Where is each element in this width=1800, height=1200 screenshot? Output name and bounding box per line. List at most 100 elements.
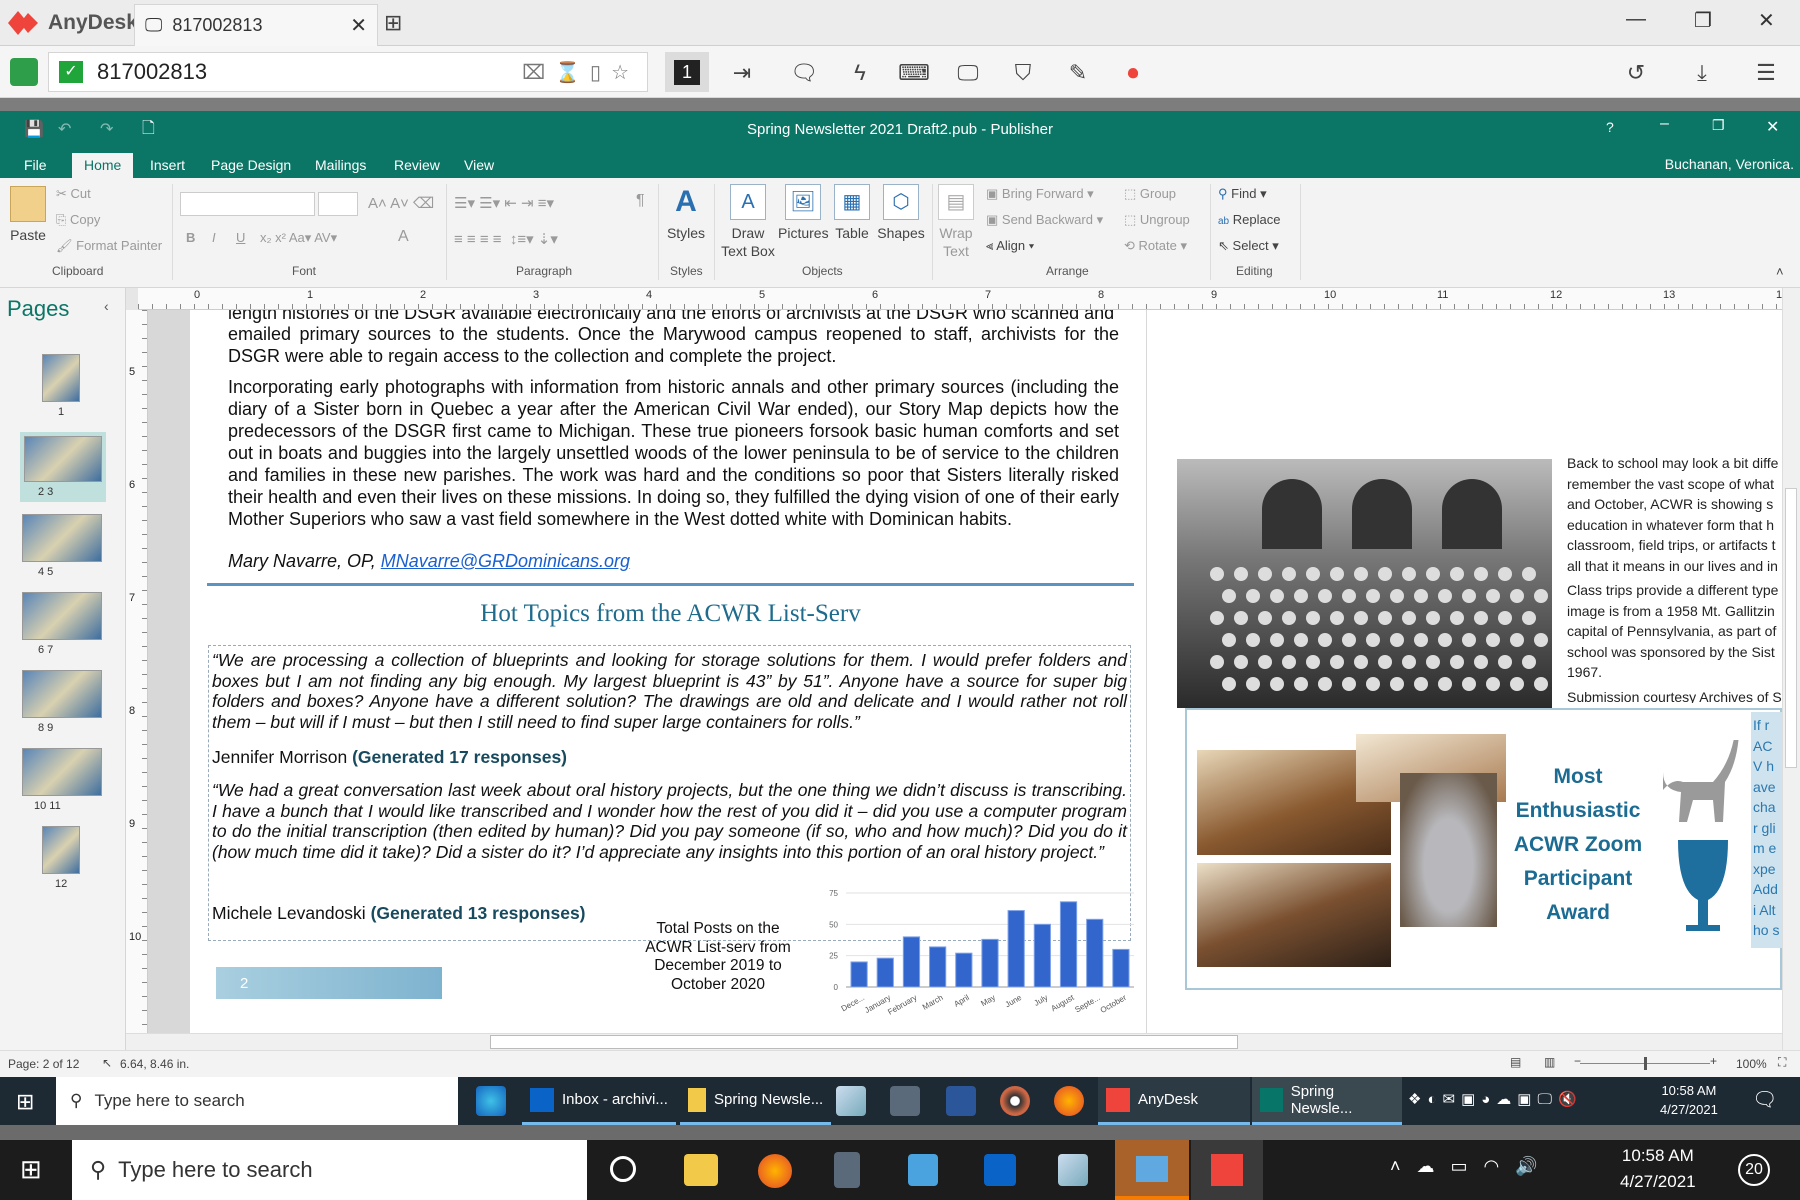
vertical-ruler[interactable]: 5 6 7 8 9 10 xyxy=(126,310,148,1033)
tab-home[interactable]: Home xyxy=(72,153,134,178)
start-icon[interactable]: ⊞ xyxy=(20,1154,42,1185)
tab-insert[interactable]: Insert xyxy=(138,153,197,178)
page-thumb-1[interactable] xyxy=(42,354,80,402)
alignment-spacing-icons[interactable]: ≡ ≡ ≡ ≡ ↕≡▾ ⇣▾ xyxy=(454,230,558,248)
notepad-icon[interactable] xyxy=(1058,1154,1088,1186)
user-name[interactable]: Buchanan, Veronica. xyxy=(1665,156,1794,172)
taskbar-publisher[interactable]: Spring Newsle... xyxy=(1252,1077,1402,1125)
menu-icon[interactable]: ☰ xyxy=(1748,56,1784,90)
styles-button[interactable]: A Styles xyxy=(664,184,708,242)
outlook-icon[interactable] xyxy=(984,1154,1016,1186)
page-thumb-10-11[interactable] xyxy=(22,748,102,796)
tab-file[interactable]: File xyxy=(12,153,59,178)
email-link[interactable]: MNavarre@GRDominicans.org xyxy=(381,551,630,571)
tab-page-design[interactable]: Page Design xyxy=(199,153,303,178)
minimize-icon[interactable]: – xyxy=(1660,115,1669,133)
zoom-slider[interactable] xyxy=(1580,1057,1710,1070)
pictures-button[interactable]: 🖼 Pictures xyxy=(778,184,829,242)
close-tab-icon[interactable]: ✕ xyxy=(350,13,367,38)
paragraph-2[interactable]: Incorporating early photographs with inf… xyxy=(228,376,1119,530)
underline-button[interactable]: U xyxy=(236,230,245,245)
undo-icon[interactable]: ↶ xyxy=(58,119,71,139)
group-button[interactable]: ⬚ Group xyxy=(1124,186,1176,202)
taskbar-anydesk[interactable] xyxy=(1191,1140,1263,1200)
session-tab[interactable]: 🖵 817002813 ✕ xyxy=(134,4,378,46)
edge-icon[interactable] xyxy=(476,1086,506,1116)
redo-icon[interactable]: ↷ xyxy=(100,119,113,139)
remote-clock[interactable]: 10:58 AM 4/27/2021 xyxy=(1660,1083,1718,1117)
minimize-icon[interactable]: — xyxy=(1626,8,1646,31)
sub-superscript-case-icons[interactable]: x₂ x² Aa▾ AV▾ xyxy=(260,230,337,246)
record-icon[interactable]: ⏺ xyxy=(1115,56,1151,90)
media-app-icon[interactable] xyxy=(908,1154,938,1186)
zoom-level[interactable]: 100% xyxy=(1736,1057,1767,1071)
single-page-view-icon[interactable]: ▤ xyxy=(1510,1055,1521,1069)
section-heading[interactable]: Hot Topics from the ACWR List-Serv xyxy=(207,600,1134,628)
zoom-in-icon[interactable]: + xyxy=(1710,1054,1717,1068)
vertical-scrollbar[interactable] xyxy=(1782,288,1800,1050)
taskbar-remote-app[interactable] xyxy=(1115,1140,1189,1200)
history-icon[interactable]: ↺ xyxy=(1618,56,1654,90)
cortana-icon[interactable] xyxy=(610,1156,636,1182)
local-search-box[interactable]: ⚲ Type here to search xyxy=(72,1140,587,1200)
select-button[interactable]: ⇖ Select ▾ xyxy=(1218,238,1279,254)
replace-button[interactable]: ab Replace xyxy=(1218,212,1280,227)
award-sidebar-text[interactable]: If r ACV have char glim expe Addi Altho … xyxy=(1751,712,1782,948)
start-icon[interactable]: ⊞ xyxy=(16,1089,34,1115)
file-explorer-icon[interactable] xyxy=(684,1154,718,1186)
format-painter-button[interactable]: 🖌 Format Painter xyxy=(56,238,162,254)
notepad-icon[interactable] xyxy=(836,1086,866,1116)
permissions-shield-icon[interactable]: ⛉ xyxy=(1005,56,1041,90)
taskbar-explorer[interactable]: Spring Newsle... xyxy=(680,1077,832,1125)
save-icon[interactable]: 💾 xyxy=(24,119,44,139)
notification-center-button[interactable]: 20 xyxy=(1738,1154,1770,1186)
page-thumb-6-7[interactable] xyxy=(22,592,102,640)
show-marks-button[interactable]: ¶ xyxy=(636,192,645,210)
monitor-select-button[interactable]: 1 xyxy=(665,52,709,92)
bold-button[interactable]: B xyxy=(186,230,195,245)
find-button[interactable]: ⚲ Find ▾ xyxy=(1218,186,1267,202)
system-tray-icons[interactable]: ❖◐✉▣◕☁▣🖵🔇 xyxy=(1408,1090,1583,1108)
fit-page-icon[interactable]: ⛶ xyxy=(1778,1055,1786,1070)
collapse-ribbon-icon[interactable]: ˄ xyxy=(1776,264,1784,279)
copy-button[interactable]: ⎘ Copy xyxy=(56,212,100,228)
horizontal-scrollbar[interactable] xyxy=(126,1033,1782,1050)
paragraph-cut[interactable]: length histories of the DSGR available e… xyxy=(228,310,1119,324)
italic-button[interactable]: I xyxy=(212,230,216,245)
font-name-select[interactable] xyxy=(180,192,315,216)
rotate-button[interactable]: ⟲ Rotate ▾ xyxy=(1124,238,1187,254)
actions-lightning-icon[interactable]: ϟ xyxy=(842,56,878,90)
font-color-button[interactable]: A xyxy=(398,228,409,246)
display-icon[interactable]: 🖵 xyxy=(950,56,986,90)
file-transfer-icon[interactable]: ⇥ xyxy=(724,56,760,90)
firefox-icon[interactable] xyxy=(1054,1086,1084,1116)
send-backward-button[interactable]: ▣ Send Backward ▾ xyxy=(986,212,1103,228)
tab-mailings[interactable]: Mailings xyxy=(303,153,378,178)
page-thumb-2-3-selected[interactable]: 2 3 xyxy=(20,432,106,502)
align-button[interactable]: ⫷ Align ▾ xyxy=(986,238,1034,254)
system-tray-icons[interactable]: ˄☁▭◠🔊 xyxy=(1390,1156,1554,1177)
close-icon[interactable]: ✕ xyxy=(1766,117,1779,137)
page-thumb-8-9[interactable] xyxy=(22,670,102,718)
horizontal-ruler[interactable]: 01234567891011121314 xyxy=(138,288,1782,310)
calculator-icon[interactable] xyxy=(890,1086,920,1116)
nuns-class-trip-photo[interactable] xyxy=(1177,459,1552,708)
new-document-icon[interactable]: 🗋 xyxy=(142,117,155,144)
tab-review[interactable]: Review xyxy=(382,153,452,178)
font-size-select[interactable] xyxy=(318,192,358,216)
zoom-out-icon[interactable]: − xyxy=(1574,1054,1581,1068)
signature-line[interactable]: Mary Navarre, OP, MNavarre@GRDominicans.… xyxy=(228,550,630,572)
ungroup-button[interactable]: ⬚ Ungroup xyxy=(1124,212,1190,228)
notifications-icon[interactable]: 🗨 xyxy=(1752,1087,1777,1112)
address-actions-icons[interactable]: ⌧⌛▯☆ xyxy=(522,60,647,85)
page-thumb-12[interactable] xyxy=(42,826,80,874)
whiteboard-pen-icon[interactable]: ✎ xyxy=(1060,56,1096,90)
word-icon[interactable] xyxy=(946,1086,976,1116)
page-indicator[interactable]: Page: 2 of 12 xyxy=(8,1057,79,1071)
tab-view[interactable]: View xyxy=(452,153,506,178)
local-clock[interactable]: 10:58 AM 4/27/2021 xyxy=(1620,1146,1696,1192)
address-field[interactable]: ✓ 817002813 ⌧⌛▯☆ xyxy=(48,52,648,92)
calculator-icon[interactable] xyxy=(834,1152,860,1188)
cut-button[interactable]: ✂ Cut xyxy=(56,186,91,202)
paragraph-1[interactable]: emailed primary sources to the students.… xyxy=(228,323,1119,367)
